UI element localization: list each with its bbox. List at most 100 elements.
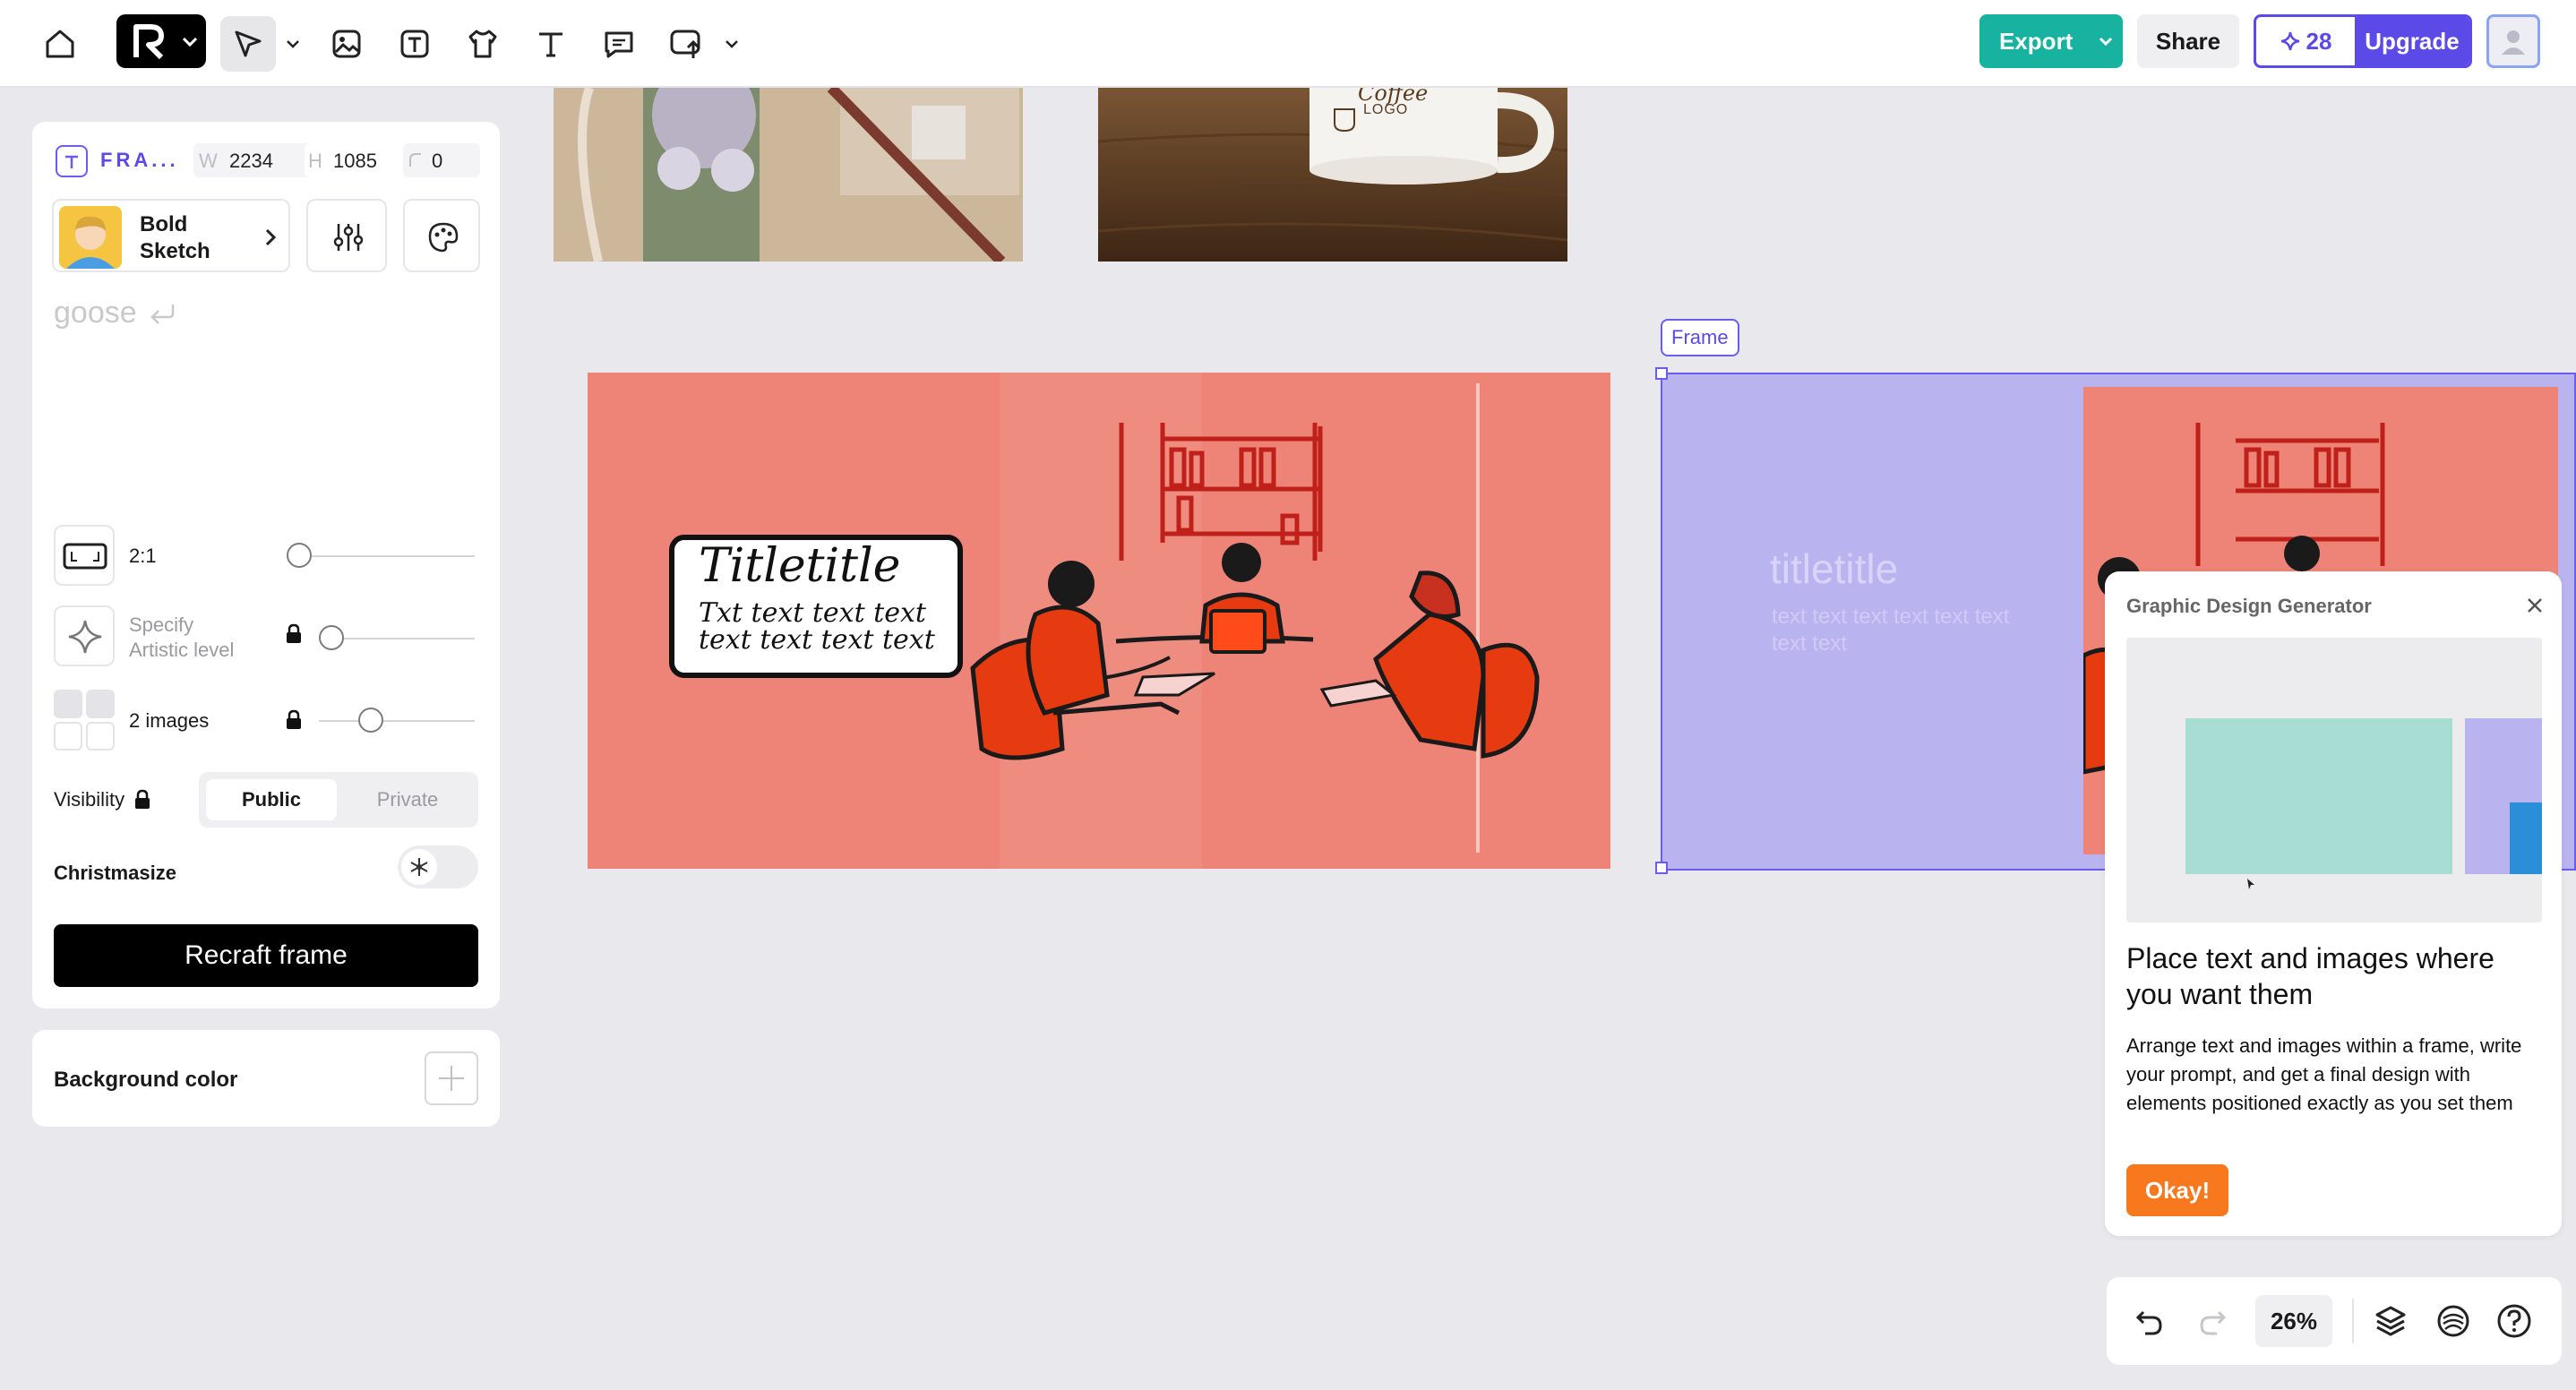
chevron-down-icon bbox=[182, 37, 198, 47]
height-value: 1085 bbox=[333, 150, 377, 172]
credits-upgrade-group: 28 Upgrade bbox=[2254, 14, 2472, 68]
frame-type-label: FRA... bbox=[100, 149, 179, 171]
select-tool-chevron-icon[interactable] bbox=[278, 27, 308, 61]
graphic-design-generator-popup: Graphic Design Generator Place text and … bbox=[2105, 571, 2562, 1236]
credits-counter[interactable]: 28 bbox=[2256, 17, 2355, 65]
sparkle-icon bbox=[2280, 31, 2299, 51]
frame-type-icon bbox=[56, 145, 88, 177]
user-avatar-button[interactable] bbox=[2486, 14, 2540, 68]
sliders-icon bbox=[333, 224, 364, 251]
corner-radius-icon bbox=[409, 153, 421, 167]
aspect-ratio-icon[interactable] bbox=[54, 525, 115, 586]
visibility-public-option[interactable]: Public bbox=[206, 779, 337, 820]
background-color-panel: Background color bbox=[32, 1030, 500, 1127]
aspect-ratio-slider-track[interactable] bbox=[292, 555, 475, 557]
style-preview-avatar bbox=[59, 206, 122, 269]
upload-tool-icon[interactable] bbox=[659, 16, 715, 72]
artistic-level-icon[interactable] bbox=[54, 605, 115, 666]
height-label: H bbox=[308, 150, 322, 172]
close-icon[interactable] bbox=[2522, 593, 2547, 618]
visibility-toggle: Public Private bbox=[199, 772, 478, 828]
credits-count: 28 bbox=[2306, 27, 2332, 55]
christmasize-toggle-knob bbox=[401, 849, 437, 885]
style-name-line2: Sketch bbox=[140, 239, 210, 263]
images-count-label: 2 images bbox=[129, 709, 210, 732]
chevron-down-icon bbox=[2099, 37, 2113, 47]
select-tool-icon bbox=[235, 30, 262, 57]
christmasize-toggle[interactable] bbox=[398, 845, 478, 888]
frame-settings-panel: FRA... W 2234 H 1085 0 Bold Sketch goose… bbox=[32, 122, 500, 1008]
image-tool-icon[interactable] bbox=[319, 16, 374, 72]
comment-tool-icon[interactable] bbox=[591, 16, 647, 72]
width-value: 2234 bbox=[229, 150, 273, 172]
lock-icon bbox=[287, 623, 301, 643]
canvas-image-coffee-mug[interactable]: Coffee LOGO bbox=[1098, 88, 1567, 262]
home-icon[interactable] bbox=[32, 16, 88, 72]
style-settings-button[interactable] bbox=[306, 199, 387, 272]
select-tool-button[interactable] bbox=[220, 16, 276, 72]
undo-icon[interactable] bbox=[2128, 1300, 2169, 1342]
frame-label-tag[interactable]: Frame bbox=[1661, 319, 1739, 356]
chevron-right-icon bbox=[265, 228, 277, 246]
corner-radius-value: 0 bbox=[432, 150, 443, 172]
export-button[interactable]: Export bbox=[1979, 14, 2123, 68]
christmasize-label: Christmasize bbox=[54, 862, 176, 884]
images-count-icon[interactable] bbox=[54, 690, 116, 752]
cursor-icon bbox=[2247, 879, 2254, 889]
popup-preview-image bbox=[2126, 638, 2542, 922]
preview-teal-block bbox=[2185, 718, 2452, 874]
redo-icon[interactable] bbox=[2193, 1300, 2234, 1342]
upload-tool-chevron-icon[interactable] bbox=[717, 27, 747, 61]
corner-radius-field[interactable]: 0 bbox=[403, 143, 480, 177]
plus-icon bbox=[439, 1066, 464, 1091]
okay-button[interactable]: Okay! bbox=[2126, 1164, 2228, 1216]
popup-header: Graphic Design Generator bbox=[2126, 595, 2372, 617]
share-button[interactable]: Share bbox=[2137, 14, 2239, 68]
recraft-frame-button[interactable]: Recraft frame bbox=[54, 924, 478, 987]
artistic-level-slider-knob[interactable] bbox=[319, 625, 344, 650]
palette-icon bbox=[428, 222, 459, 253]
logo-icon bbox=[133, 24, 164, 60]
zoom-level-button[interactable]: 26% bbox=[2255, 1295, 2332, 1347]
artistic-level-label: Specify Artistic level bbox=[129, 613, 234, 663]
slide-body-text: Txt text text text text text text text bbox=[699, 597, 935, 656]
style-selector[interactable]: Bold Sketch bbox=[52, 199, 290, 272]
background-color-label: Background color bbox=[54, 1068, 238, 1092]
help-icon[interactable] bbox=[2494, 1300, 2535, 1342]
coffee-mug-photo bbox=[1098, 88, 1567, 262]
aspect-ratio-slider-knob[interactable] bbox=[287, 543, 312, 568]
style-name-line1: Bold bbox=[140, 212, 188, 236]
images-count-slider-knob[interactable] bbox=[358, 708, 383, 733]
canvas-slide-illustration[interactable]: Titletitle Txt text text text text text … bbox=[588, 373, 1610, 869]
top-toolbar: Export Share 28 Upgrade bbox=[0, 0, 2576, 88]
lock-icon bbox=[287, 709, 301, 729]
popup-body: Arrange text and images within a frame, … bbox=[2126, 1034, 2522, 1114]
images-count-slider-track[interactable] bbox=[319, 720, 475, 722]
selection-handle-top-left[interactable] bbox=[1655, 367, 1668, 380]
canvas-image-child-toy[interactable] bbox=[554, 88, 1023, 262]
selection-handle-bottom-left[interactable] bbox=[1655, 862, 1668, 874]
width-field[interactable]: W 2234 bbox=[193, 143, 319, 177]
visibility-label: Visibility bbox=[54, 788, 125, 811]
toolbar-divider bbox=[2352, 1299, 2354, 1343]
mockup-tool-icon[interactable] bbox=[455, 16, 511, 72]
text-frame-tool-icon[interactable] bbox=[387, 16, 442, 72]
style-name: Bold Sketch bbox=[140, 211, 210, 265]
snowflake-icon bbox=[410, 858, 428, 876]
add-background-color-button[interactable] bbox=[425, 1051, 478, 1105]
layers-icon[interactable] bbox=[2370, 1300, 2411, 1342]
ai-assist-icon[interactable] bbox=[2433, 1300, 2474, 1342]
prompt-input[interactable]: goose bbox=[54, 296, 176, 330]
prompt-text: goose bbox=[54, 296, 137, 330]
color-palette-button[interactable] bbox=[403, 199, 480, 272]
text-tool-icon[interactable] bbox=[523, 16, 579, 72]
frame-title-text: titletitle bbox=[1770, 545, 1899, 592]
lock-icon bbox=[135, 789, 150, 809]
logo-menu-button[interactable] bbox=[116, 14, 206, 68]
user-avatar-icon bbox=[2502, 30, 2525, 55]
visibility-private-option[interactable]: Private bbox=[342, 779, 473, 820]
aspect-ratio-label: 2:1 bbox=[129, 545, 157, 567]
child-toy-photo bbox=[554, 88, 1023, 262]
enter-icon bbox=[150, 304, 174, 324]
upgrade-button[interactable]: Upgrade bbox=[2355, 17, 2469, 65]
